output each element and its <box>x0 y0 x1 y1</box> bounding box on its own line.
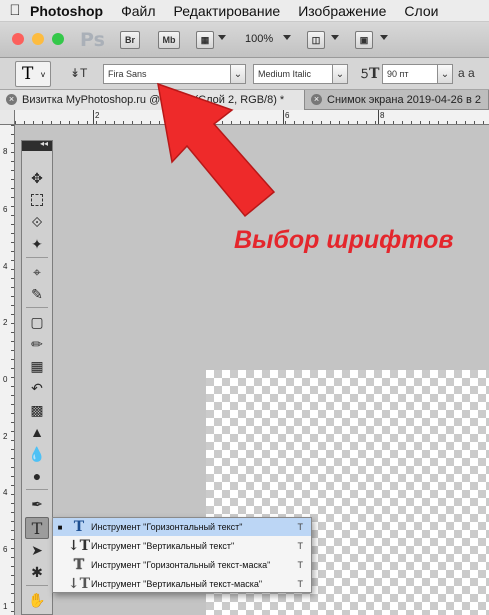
annotation-arrow <box>157 82 276 218</box>
red-arrow-icon <box>157 82 276 218</box>
annotation-caption: Выбор шрифтов <box>234 226 454 254</box>
